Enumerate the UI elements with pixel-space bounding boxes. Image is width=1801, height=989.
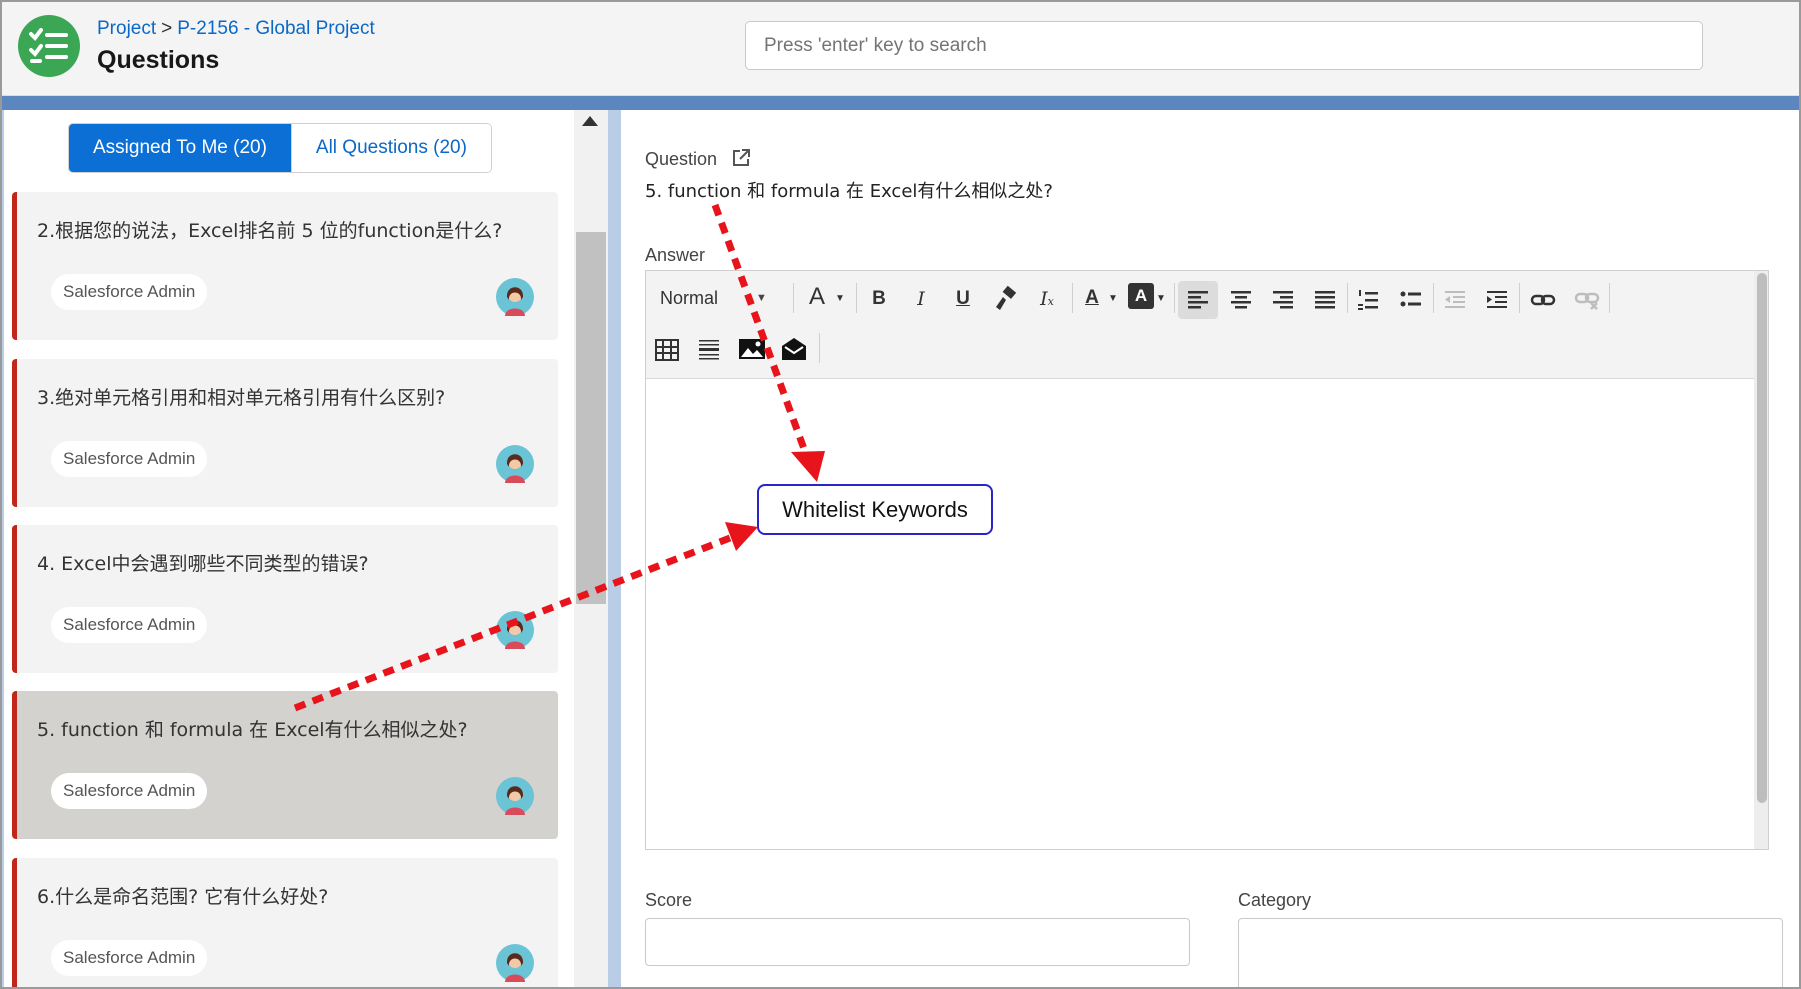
align-left-icon[interactable]: [1186, 288, 1210, 312]
scroll-up-arrow-icon[interactable]: [582, 116, 598, 126]
score-input[interactable]: [645, 918, 1190, 966]
question-card-title: 2.根据您的说法，Excel排名前 5 位的function是什么?: [37, 220, 503, 242]
search-input[interactable]: [745, 21, 1703, 70]
bullet-list-icon[interactable]: [1399, 288, 1423, 312]
list-scrollbar[interactable]: [574, 110, 608, 987]
toolbar-divider: [1519, 283, 1520, 313]
numbered-list-icon[interactable]: [1356, 288, 1380, 312]
category-label: Category: [1238, 890, 1312, 910]
editor-toolbar: Normal ▼ A ▼ B I U Ix A ▼ A ▼: [646, 271, 1768, 379]
app-frame: Project > P-2156 - Global Project Question…: [0, 0, 1801, 989]
owner-badge: Salesforce Admin: [51, 773, 208, 809]
font-size-icon[interactable]: A: [802, 280, 832, 314]
scrollbar-thumb[interactable]: [576, 232, 606, 604]
table-icon[interactable]: [654, 338, 680, 362]
toolbar-divider: [856, 283, 857, 313]
align-center-icon[interactable]: [1229, 288, 1253, 312]
chevron-down-icon[interactable]: ▼: [1155, 282, 1167, 316]
question-card-title: 5. function 和 formula 在 Excel有什么相似之处?: [37, 719, 468, 741]
breadcrumb-record-link[interactable]: P-2156 - Global Project: [177, 18, 375, 39]
question-label: Question: [645, 149, 718, 169]
answer-editor[interactable]: Normal ▼ A ▼ B I U Ix A ▼ A ▼: [645, 270, 1769, 850]
email-icon[interactable]: [780, 336, 808, 362]
owner-badge: Salesforce Admin: [51, 607, 208, 643]
breadcrumb-separator: >: [161, 18, 173, 39]
page-header: Project > P-2156 - Global Project Question…: [2, 2, 1799, 96]
underline-icon[interactable]: U: [948, 282, 978, 316]
image-icon[interactable]: [738, 336, 766, 362]
avatar: [496, 777, 534, 815]
align-justify-icon[interactable]: [1313, 288, 1337, 312]
tab-assigned-to-me[interactable]: Assigned To Me (20): [69, 124, 291, 172]
question-card-selected[interactable]: 5. function 和 formula 在 Excel有什么相似之处? Sa…: [12, 691, 558, 839]
question-card-title: 6.什么是命名范围? 它有什么好处?: [37, 886, 329, 908]
clear-format-icon[interactable]: Ix: [1032, 282, 1062, 316]
outdent-icon[interactable]: [1443, 288, 1467, 312]
toolbar-divider: [1347, 283, 1348, 313]
chevron-down-icon[interactable]: ▼: [1107, 282, 1119, 316]
question-card[interactable]: 3.绝对单元格引用和相对单元格引用有什么区别? Salesforce Admin: [12, 359, 558, 507]
chevron-down-icon[interactable]: ▼: [834, 282, 846, 316]
toolbar-divider: [1072, 283, 1073, 313]
question-detail-panel: Question 5. function 和 formula 在 Excel有什…: [621, 110, 1799, 987]
toolbar-divider: [793, 283, 794, 313]
question-card[interactable]: 4. Excel中会遇到哪些不同类型的错误? Salesforce Admin: [12, 525, 558, 673]
align-right-icon[interactable]: [1271, 288, 1295, 312]
avatar: [496, 445, 534, 483]
background-color-icon[interactable]: A: [1128, 283, 1154, 309]
question-text: 5. function 和 formula 在 Excel有什么相似之处?: [645, 181, 1053, 202]
toolbar-divider: [1174, 283, 1175, 313]
italic-icon[interactable]: I: [906, 282, 936, 316]
toolbar-divider: [1433, 283, 1434, 313]
breadcrumb-project-link[interactable]: Project: [97, 18, 156, 39]
owner-badge: Salesforce Admin: [51, 441, 208, 477]
toolbar-divider: [819, 333, 820, 363]
avatar: [496, 611, 534, 649]
avatar: [496, 278, 534, 316]
toolbar-divider: [1609, 283, 1610, 313]
indent-icon[interactable]: [1485, 288, 1509, 312]
breadcrumb: Project > P-2156 - Global Project: [97, 18, 375, 40]
owner-badge: Salesforce Admin: [51, 940, 208, 976]
format-select[interactable]: Normal ▼: [660, 281, 770, 315]
bold-icon[interactable]: B: [864, 282, 894, 316]
header-divider: [2, 96, 1799, 110]
owner-badge: Salesforce Admin: [51, 274, 208, 310]
page-title: Questions: [97, 46, 220, 74]
question-card-title: 4. Excel中会遇到哪些不同类型的错误?: [37, 553, 369, 575]
category-field[interactable]: [1238, 918, 1783, 987]
editor-scrollbar[interactable]: [1754, 271, 1768, 849]
answer-label: Answer: [645, 245, 706, 265]
unlink-icon[interactable]: [1574, 288, 1600, 312]
font-color-icon[interactable]: A: [1078, 281, 1106, 315]
score-label: Score: [645, 890, 693, 910]
checklist-icon: [18, 15, 80, 77]
question-list-panel: Assigned To Me (20) All Questions (20) 2…: [4, 110, 574, 987]
tab-all-questions[interactable]: All Questions (20): [290, 124, 491, 172]
format-painter-icon[interactable]: [992, 285, 1020, 313]
avatar: [496, 944, 534, 982]
editor-scrollbar-thumb[interactable]: [1757, 273, 1767, 803]
format-select-value: Normal: [660, 288, 719, 308]
external-link-icon[interactable]: [731, 148, 751, 168]
question-card-title: 3.绝对单元格引用和相对单元格引用有什么区别?: [37, 387, 446, 409]
question-card[interactable]: 6.什么是命名范围? 它有什么好处? Salesforce Admin: [12, 858, 558, 987]
question-card[interactable]: 2.根据您的说法，Excel排名前 5 位的function是什么? Sales…: [12, 192, 558, 340]
link-icon[interactable]: [1530, 288, 1556, 312]
chevron-down-icon: ▼: [756, 292, 767, 304]
list-tabs: Assigned To Me (20) All Questions (20): [68, 123, 492, 173]
annotation-callout: Whitelist Keywords: [757, 484, 993, 535]
horizontal-rule-icon[interactable]: [697, 338, 721, 362]
